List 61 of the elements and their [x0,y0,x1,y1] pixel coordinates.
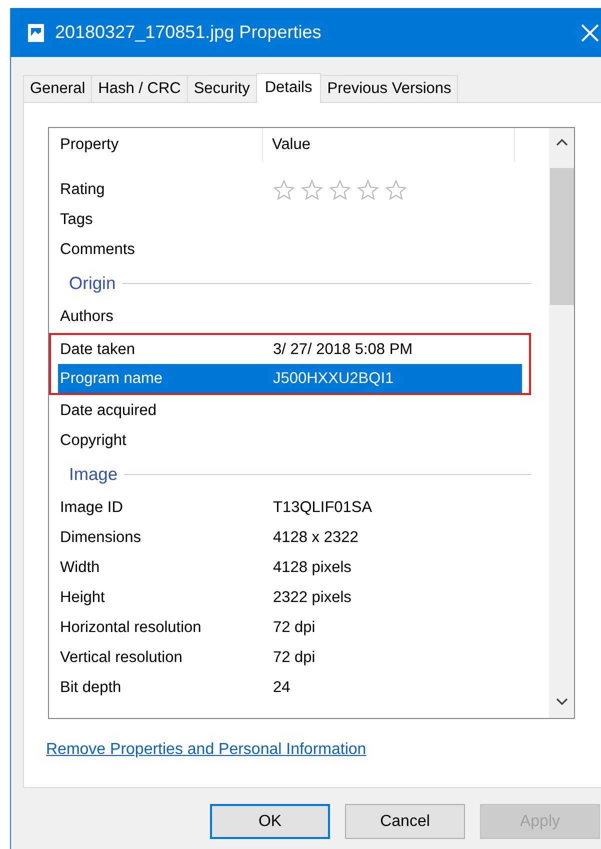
property-name: Copyright [59,432,128,450]
property-row[interactable]: Comments [58,235,542,265]
property-value: 3/ 27/ 2018 5:08 PM [273,340,413,358]
chevron-down-icon[interactable] [556,696,568,706]
property-row[interactable]: Width 4128 pixels [58,553,542,583]
property-name: Comments [59,241,136,259]
tab[interactable]: Previous Versions [320,75,458,102]
section-heading: Origin [69,273,116,294]
close-icon[interactable] [581,24,599,42]
remove-properties-link[interactable]: Remove Properties and Personal Information [46,741,366,759]
selected-row[interactable]: Program name J500HXXU2BQI1 [58,364,522,393]
property-name: Authors [59,308,114,326]
property-row[interactable]: Dimensions 4128 x 2322 [58,523,542,553]
property-name: Horizontal resolution [59,619,202,637]
dialog-button[interactable]: OK [210,804,330,839]
property-name: Tags [59,211,94,229]
property-row[interactable]: Vertical resolution 72 dpi [58,643,542,673]
property-value: 24 [273,679,290,697]
property-name: Rating [59,181,106,199]
property-value: T13QLIF01SA [273,499,372,517]
property-name: Height [59,589,106,607]
star-icon[interactable] [301,179,323,201]
property-value: 4128 x 2322 [273,529,358,547]
star-icon[interactable] [329,179,351,201]
property-name: Image ID [59,499,124,517]
image-file-icon [27,22,45,42]
property-value: 72 dpi [273,619,316,637]
property-row[interactable]: Image ID T13QLIF01SA [58,493,542,523]
property-row[interactable]: Horizontal resolution 72 dpi [58,613,542,643]
property-name: Width [59,559,101,577]
window-title: 20180327_170851.jpg Properties [55,22,322,43]
star-icon[interactable] [385,179,407,201]
dialog-button[interactable]: Cancel [345,804,465,839]
property-row[interactable]: Copyright [58,426,542,456]
property-name: Dimensions [59,529,142,547]
property-value: J500HXXU2BQI1 [273,370,394,388]
property-name: Date acquired [59,402,158,420]
property-row[interactable]: Bit depth 24 [58,673,542,703]
property-row[interactable]: Height 2322 pixels [58,583,542,613]
property-name: Vertical resolution [59,649,184,667]
property-row[interactable]: Rating [58,175,542,205]
property-value: 72 dpi [273,649,316,667]
scrollbar[interactable] [549,128,574,718]
property-name: Date taken [59,340,136,358]
tab[interactable]: Details [256,73,322,103]
star-icon[interactable] [273,179,295,201]
column-header[interactable]: Property [49,128,263,162]
property-row[interactable]: Authors [58,302,542,332]
section-heading: Image [69,464,118,485]
star-icon[interactable] [357,179,379,201]
chevron-up-icon[interactable] [556,138,568,148]
property-value: 2322 pixels [273,589,352,607]
property-row[interactable]: Date acquired [58,396,542,426]
tab[interactable]: General [23,75,92,102]
property-name: Program name [59,370,164,388]
property-row[interactable]: Tags [58,205,542,235]
property-name: Bit depth [59,679,122,697]
property-row[interactable]: Date taken 3/ 27/ 2018 5:08 PM [58,335,522,364]
property-value: 4128 pixels [273,559,352,577]
column-header[interactable]: Value [263,128,515,162]
scrollbar-thumb[interactable] [550,168,574,305]
